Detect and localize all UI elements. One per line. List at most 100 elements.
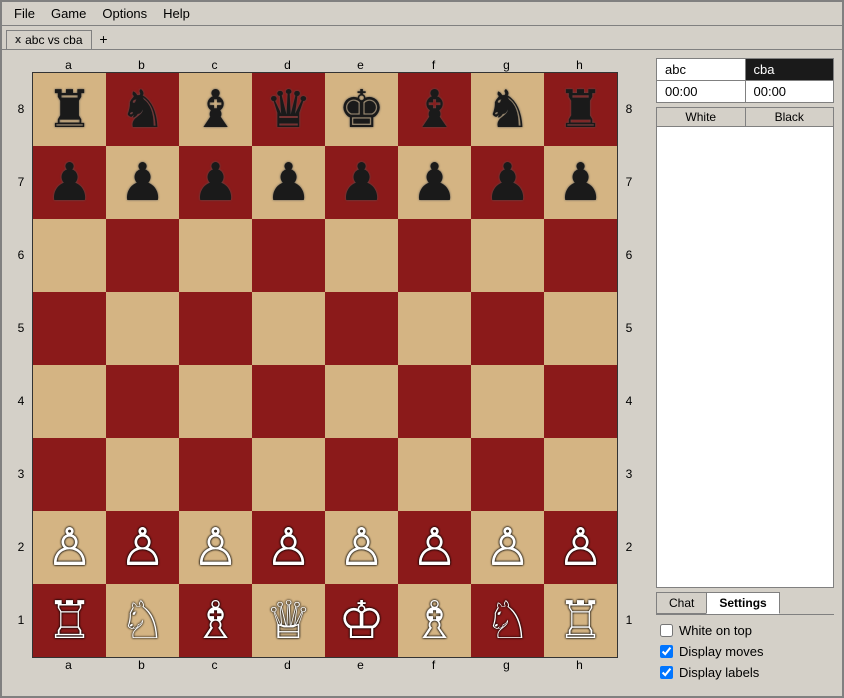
cell-f1[interactable]: ♗ [398, 584, 471, 657]
chess-board[interactable]: ♜♞♝♛♚♝♞♜♟♟♟♟♟♟♟♟♙♙♙♙♙♙♙♙♖♘♗♕♔♗♘♖ [32, 72, 618, 658]
cell-e6[interactable] [325, 219, 398, 292]
tab-close-icon[interactable]: x [15, 34, 21, 46]
cell-d5[interactable] [252, 292, 325, 365]
cell-c8[interactable]: ♝ [179, 73, 252, 146]
cell-a8[interactable]: ♜ [33, 73, 106, 146]
cell-g5[interactable] [471, 292, 544, 365]
cell-b8[interactable]: ♞ [106, 73, 179, 146]
cell-c4[interactable] [179, 365, 252, 438]
cell-g3[interactable] [471, 438, 544, 511]
chat-tab[interactable]: Chat [656, 592, 707, 614]
cell-h2[interactable]: ♙ [544, 511, 617, 584]
menu-options[interactable]: Options [94, 4, 155, 23]
col-label-a: a [32, 58, 105, 72]
cell-a6[interactable] [33, 219, 106, 292]
cell-e7[interactable]: ♟ [325, 146, 398, 219]
cell-b4[interactable] [106, 365, 179, 438]
cell-f5[interactable] [398, 292, 471, 365]
settings-panel: White on top Display moves Display label… [656, 615, 834, 688]
cell-f6[interactable] [398, 219, 471, 292]
cell-g7[interactable]: ♟ [471, 146, 544, 219]
row-label-2: 2 [618, 510, 640, 583]
cell-b2[interactable]: ♙ [106, 511, 179, 584]
cell-b1[interactable]: ♘ [106, 584, 179, 657]
cell-c3[interactable] [179, 438, 252, 511]
board-area: abcdefgh 87654321 ♜♞♝♛♚♝♞♜♟♟♟♟♟♟♟♟♙♙♙♙♙♙… [2, 50, 648, 696]
cell-g6[interactable] [471, 219, 544, 292]
cell-f4[interactable] [398, 365, 471, 438]
settings-tab[interactable]: Settings [706, 592, 779, 614]
col-label-d: d [251, 658, 324, 672]
cell-f8[interactable]: ♝ [398, 73, 471, 146]
cell-h3[interactable] [544, 438, 617, 511]
white-on-top-checkbox[interactable] [660, 624, 673, 637]
white-player-name: abc [657, 59, 746, 81]
cell-a1[interactable]: ♖ [33, 584, 106, 657]
menu-game[interactable]: Game [43, 4, 94, 23]
cell-b5[interactable] [106, 292, 179, 365]
menu-help[interactable]: Help [155, 4, 198, 23]
cell-h5[interactable] [544, 292, 617, 365]
row-label-8: 8 [618, 72, 640, 145]
cell-d8[interactable]: ♛ [252, 73, 325, 146]
cell-g2[interactable]: ♙ [471, 511, 544, 584]
cell-f2[interactable]: ♙ [398, 511, 471, 584]
cell-h7[interactable]: ♟ [544, 146, 617, 219]
row-label-2: 2 [10, 510, 32, 583]
cell-b3[interactable] [106, 438, 179, 511]
cell-e4[interactable] [325, 365, 398, 438]
cell-e1[interactable]: ♔ [325, 584, 398, 657]
display-moves-checkbox[interactable] [660, 645, 673, 658]
board-with-labels: abcdefgh 87654321 ♜♞♝♛♚♝♞♜♟♟♟♟♟♟♟♟♙♙♙♙♙♙… [10, 58, 640, 672]
moves-black-header: Black [746, 108, 834, 126]
cell-d2[interactable]: ♙ [252, 511, 325, 584]
side-panel: abc cba 00:00 00:00 White Black Chat Set… [648, 50, 842, 696]
cell-c6[interactable] [179, 219, 252, 292]
cell-d1[interactable]: ♕ [252, 584, 325, 657]
menu-file[interactable]: File [6, 4, 43, 23]
cell-d4[interactable] [252, 365, 325, 438]
cell-c1[interactable]: ♗ [179, 584, 252, 657]
cell-c2[interactable]: ♙ [179, 511, 252, 584]
display-labels-row: Display labels [660, 665, 830, 680]
cell-e8[interactable]: ♚ [325, 73, 398, 146]
cell-f3[interactable] [398, 438, 471, 511]
cell-h6[interactable] [544, 219, 617, 292]
cell-a4[interactable] [33, 365, 106, 438]
cell-d6[interactable] [252, 219, 325, 292]
moves-list[interactable] [656, 127, 834, 588]
cell-d7[interactable]: ♟ [252, 146, 325, 219]
game-tab[interactable]: x abc vs cba [6, 30, 92, 49]
tab-add-button[interactable]: + [94, 29, 114, 49]
col-label-h: h [543, 658, 616, 672]
cell-d3[interactable] [252, 438, 325, 511]
cell-g4[interactable] [471, 365, 544, 438]
display-labels-checkbox[interactable] [660, 666, 673, 679]
cell-h8[interactable]: ♜ [544, 73, 617, 146]
cell-a7[interactable]: ♟ [33, 146, 106, 219]
cell-h4[interactable] [544, 365, 617, 438]
cell-b7[interactable]: ♟ [106, 146, 179, 219]
row-label-6: 6 [618, 218, 640, 291]
cell-f7[interactable]: ♟ [398, 146, 471, 219]
cell-c7[interactable]: ♟ [179, 146, 252, 219]
cell-h1[interactable]: ♖ [544, 584, 617, 657]
cell-g1[interactable]: ♘ [471, 584, 544, 657]
cell-c5[interactable] [179, 292, 252, 365]
tab-label: abc vs cba [25, 33, 82, 47]
row-label-8: 8 [10, 72, 32, 145]
cell-b6[interactable] [106, 219, 179, 292]
cell-e3[interactable] [325, 438, 398, 511]
display-moves-label: Display moves [679, 644, 764, 659]
cell-a5[interactable] [33, 292, 106, 365]
row-labels-left: 87654321 [10, 72, 32, 658]
cell-e5[interactable] [325, 292, 398, 365]
cell-a2[interactable]: ♙ [33, 511, 106, 584]
white-on-top-label: White on top [679, 623, 752, 638]
cell-e2[interactable]: ♙ [325, 511, 398, 584]
main-area: abcdefgh 87654321 ♜♞♝♛♚♝♞♜♟♟♟♟♟♟♟♟♙♙♙♙♙♙… [2, 50, 842, 696]
row-label-5: 5 [618, 291, 640, 364]
cell-a3[interactable] [33, 438, 106, 511]
cell-g8[interactable]: ♞ [471, 73, 544, 146]
row-label-1: 1 [10, 583, 32, 656]
